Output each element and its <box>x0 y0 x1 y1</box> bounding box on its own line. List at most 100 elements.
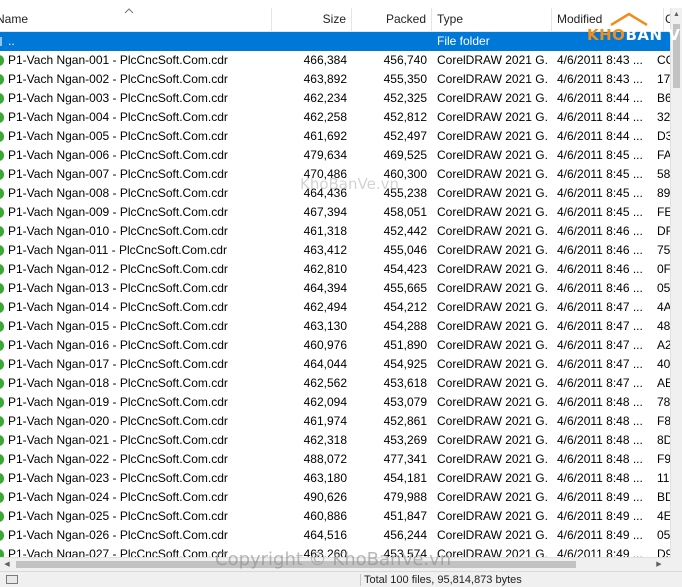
file-packed-size: 458,051 <box>383 205 427 219</box>
file-type: CorelDRAW 2021 G... <box>437 129 549 143</box>
file-type: CorelDRAW 2021 G... <box>437 281 549 295</box>
column-header-size[interactable]: Size <box>272 8 352 31</box>
file-row[interactable]: P1-Vach Ngan-015 - PlcCncSoft.Com.cdr 463… <box>0 317 670 336</box>
file-packed-size: 452,497 <box>383 129 427 143</box>
watermark-logo-banve: BẢN VẼ <box>625 26 682 44</box>
file-size: 463,892 <box>303 72 347 86</box>
file-name: P1-Vach Ngan-003 - PlcCncSoft.Com.cdr <box>8 91 228 105</box>
file-modified: 4/6/2011 8:48 ... <box>557 414 643 428</box>
scrollbar-corner <box>670 557 682 571</box>
file-crc: F9 <box>657 452 670 466</box>
file-size: 462,258 <box>303 110 347 124</box>
file-crc: D9 <box>657 547 670 557</box>
file-row[interactable]: P1-Vach Ngan-023 - PlcCncSoft.Com.cdr 463… <box>0 469 670 488</box>
file-row[interactable]: P1-Vach Ngan-003 - PlcCncSoft.Com.cdr 462… <box>0 89 670 108</box>
file-name: P1-Vach Ngan-020 - PlcCncSoft.Com.cdr <box>8 414 228 428</box>
horizontal-scrollbar[interactable]: ◀ ▶ <box>0 557 670 571</box>
file-row[interactable]: P1-Vach Ngan-019 - PlcCncSoft.Com.cdr 462… <box>0 393 670 412</box>
file-packed-size: 455,665 <box>383 281 427 295</box>
file-packed-size: 451,890 <box>383 338 427 352</box>
file-row[interactable]: P1-Vach Ngan-021 - PlcCncSoft.Com.cdr 462… <box>0 431 670 450</box>
file-row[interactable]: P1-Vach Ngan-005 - PlcCncSoft.Com.cdr 461… <box>0 127 670 146</box>
file-row[interactable]: P1-Vach Ngan-017 - PlcCncSoft.Com.cdr 464… <box>0 355 670 374</box>
column-header: Name Size Packed Type Modified C <box>0 8 670 32</box>
file-type: CorelDRAW 2021 G... <box>437 490 549 504</box>
file-row[interactable]: P1-Vach Ngan-007 - PlcCncSoft.Com.cdr 470… <box>0 165 670 184</box>
file-row[interactable]: P1-Vach Ngan-008 - PlcCncSoft.Com.cdr 464… <box>0 184 670 203</box>
file-row[interactable]: P1-Vach Ngan-001 - PlcCncSoft.Com.cdr 466… <box>0 51 670 70</box>
file-crc: BD <box>657 490 670 504</box>
file-crc: D3 <box>657 129 670 143</box>
file-row[interactable]: P1-Vach Ngan-016 - PlcCncSoft.Com.cdr 460… <box>0 336 670 355</box>
file-row[interactable]: P1-Vach Ngan-020 - PlcCncSoft.Com.cdr 461… <box>0 412 670 431</box>
file-row[interactable]: P1-Vach Ngan-012 - PlcCncSoft.Com.cdr 462… <box>0 260 670 279</box>
parent-folder-row[interactable]: .. File folder <box>0 32 670 51</box>
file-row[interactable]: P1-Vach Ngan-018 - PlcCncSoft.Com.cdr 462… <box>0 374 670 393</box>
file-row[interactable]: P1-Vach Ngan-014 - PlcCncSoft.Com.cdr 462… <box>0 298 670 317</box>
file-name: P1-Vach Ngan-026 - PlcCncSoft.Com.cdr <box>8 528 228 542</box>
file-crc: B6 <box>657 91 670 105</box>
file-modified: 4/6/2011 8:45 ... <box>557 167 643 181</box>
file-row[interactable]: P1-Vach Ngan-025 - PlcCncSoft.Com.cdr 460… <box>0 507 670 526</box>
scroll-right-arrow-icon[interactable]: ▶ <box>652 558 666 571</box>
file-type: CorelDRAW 2021 G... <box>437 376 549 390</box>
file-modified: 4/6/2011 8:46 ... <box>557 243 643 257</box>
file-row[interactable]: P1-Vach Ngan-022 - PlcCncSoft.Com.cdr 488… <box>0 450 670 469</box>
file-modified: 4/6/2011 8:46 ... <box>557 262 643 276</box>
column-header-type[interactable]: Type <box>432 8 552 31</box>
file-type: CorelDRAW 2021 G... <box>437 262 549 276</box>
file-modified: 4/6/2011 8:45 ... <box>557 186 643 200</box>
file-name: P1-Vach Ngan-016 - PlcCncSoft.Com.cdr <box>8 338 228 352</box>
sort-ascending-icon <box>124 8 134 14</box>
file-type: CorelDRAW 2021 G... <box>437 186 549 200</box>
file-list[interactable]: .. File folder P1-Vach Ngan-001 - PlcCnc… <box>0 32 670 557</box>
file-row[interactable]: P1-Vach Ngan-010 - PlcCncSoft.Com.cdr 461… <box>0 222 670 241</box>
file-row[interactable]: P1-Vach Ngan-013 - PlcCncSoft.Com.cdr 464… <box>0 279 670 298</box>
file-row[interactable]: P1-Vach Ngan-024 - PlcCncSoft.Com.cdr 490… <box>0 488 670 507</box>
file-size: 467,394 <box>303 205 347 219</box>
file-modified: 4/6/2011 8:43 ... <box>557 53 643 67</box>
file-size: 464,394 <box>303 281 347 295</box>
file-row[interactable]: P1-Vach Ngan-009 - PlcCncSoft.Com.cdr 467… <box>0 203 670 222</box>
file-type: CorelDRAW 2021 G... <box>437 395 549 409</box>
file-packed-size: 452,442 <box>383 224 427 238</box>
file-row[interactable]: P1-Vach Ngan-011 - PlcCncSoft.Com.cdr 463… <box>0 241 670 260</box>
file-packed-size: 452,861 <box>383 414 427 428</box>
drive-icon <box>6 575 18 584</box>
file-packed-size: 456,740 <box>383 53 427 67</box>
file-type: CorelDRAW 2021 G... <box>437 110 549 124</box>
file-type: CorelDRAW 2021 G... <box>437 91 549 105</box>
file-type: CorelDRAW 2021 G... <box>437 224 549 238</box>
file-modified: 4/6/2011 8:49 ... <box>557 509 643 523</box>
file-row[interactable]: P1-Vach Ngan-006 - PlcCncSoft.Com.cdr 479… <box>0 146 670 165</box>
column-header-name[interactable]: Name <box>0 8 272 31</box>
file-packed-size: 453,269 <box>383 433 427 447</box>
file-crc: 75 <box>657 243 670 257</box>
file-modified: 4/6/2011 8:48 ... <box>557 433 643 447</box>
file-crc: FE <box>657 205 670 219</box>
file-row[interactable]: P1-Vach Ngan-002 - PlcCncSoft.Com.cdr 463… <box>0 70 670 89</box>
file-type: CorelDRAW 2021 G... <box>437 547 549 557</box>
file-size: 462,494 <box>303 300 347 314</box>
column-header-packed[interactable]: Packed <box>352 8 432 31</box>
file-row[interactable]: P1-Vach Ngan-004 - PlcCncSoft.Com.cdr 462… <box>0 108 670 127</box>
house-roof-icon <box>610 12 648 26</box>
file-row[interactable]: P1-Vach Ngan-027 - PlcCncSoft.Com.cdr 463… <box>0 545 670 557</box>
file-size: 466,384 <box>303 53 347 67</box>
file-row[interactable]: P1-Vach Ngan-026 - PlcCncSoft.Com.cdr 464… <box>0 526 670 545</box>
file-modified: 4/6/2011 8:45 ... <box>557 148 643 162</box>
file-type: CorelDRAW 2021 G... <box>437 167 549 181</box>
status-text: Total 100 files, 95,814,873 bytes <box>364 574 522 586</box>
file-crc: 05 <box>657 528 670 542</box>
file-type: CorelDRAW 2021 G... <box>437 528 549 542</box>
file-modified: 4/6/2011 8:46 ... <box>557 281 643 295</box>
file-modified: 4/6/2011 8:44 ... <box>557 110 643 124</box>
scroll-up-arrow-icon[interactable]: ▲ <box>671 8 682 22</box>
file-size: 463,130 <box>303 319 347 333</box>
file-name: P1-Vach Ngan-005 - PlcCncSoft.Com.cdr <box>8 129 228 143</box>
file-modified: 4/6/2011 8:49 ... <box>557 547 643 557</box>
scroll-left-arrow-icon[interactable]: ◀ <box>0 558 14 571</box>
vertical-scrollbar[interactable]: ▲ <box>670 8 682 557</box>
horizontal-scroll-thumb[interactable] <box>16 561 576 568</box>
file-packed-size: 453,574 <box>383 547 427 557</box>
